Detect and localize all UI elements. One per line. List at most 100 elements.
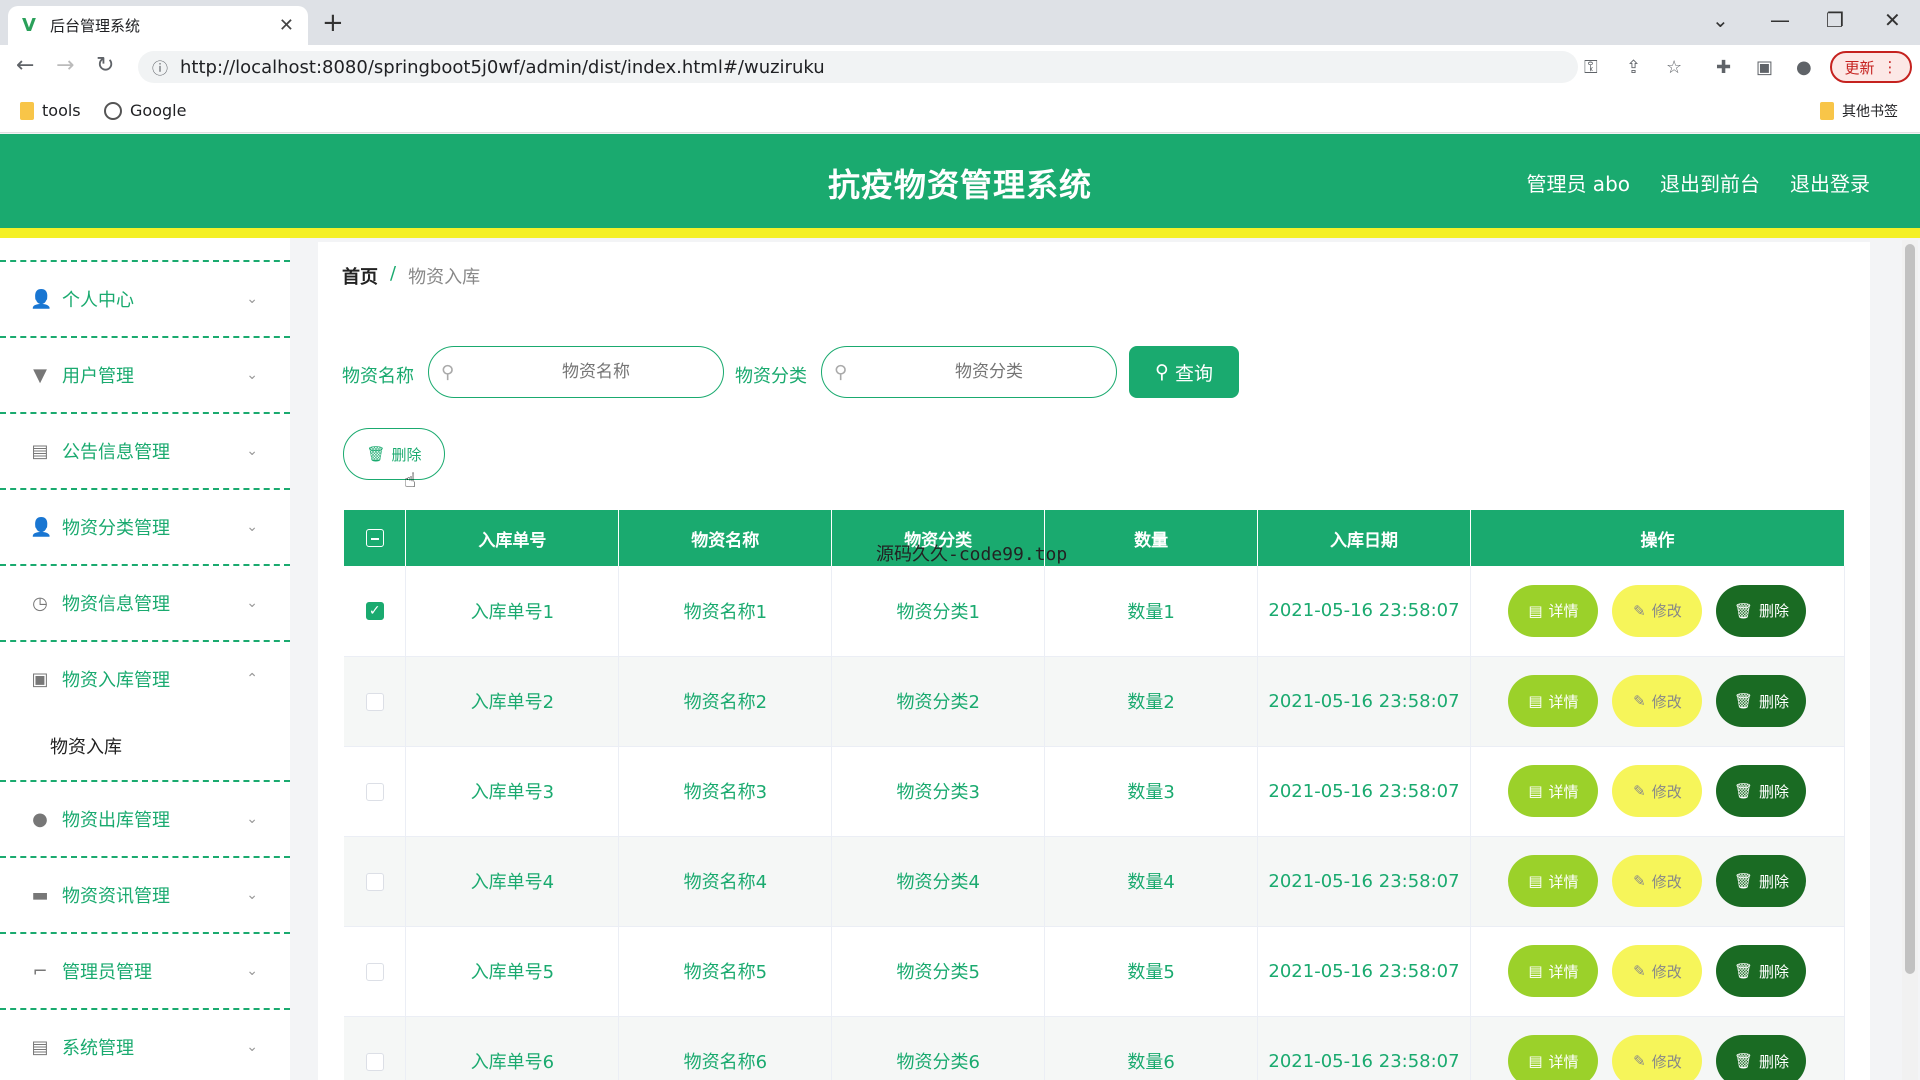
sidebar-item-notice-manage[interactable]: ▤ 公告信息管理 ⌄ <box>0 412 290 488</box>
edit-button[interactable]: ✎ 修改 <box>1612 675 1703 727</box>
sidebar-item-personal-center[interactable]: 👤 个人中心 ⌄ <box>0 260 290 336</box>
sidebar-item-system-manage[interactable]: ▤ 系统管理 ⌄ <box>0 1008 290 1080</box>
detail-button[interactable]: ▤ 详情 <box>1508 945 1599 997</box>
admin-user-label: 管理员 abo <box>1526 172 1630 196</box>
delete-button[interactable]: 🗑 删除 <box>1716 855 1807 907</box>
cell-qty: 数量6 <box>1044 1016 1259 1080</box>
sidebar-item-outbound-manage[interactable]: ● 物资出库管理 ⌄ <box>0 780 290 856</box>
update-label: 更新 <box>1844 58 1875 77</box>
logout-link[interactable]: 退出登录 <box>1790 168 1870 197</box>
row-select-cell[interactable] <box>344 1016 407 1080</box>
detail-label: 详情 <box>1548 782 1579 801</box>
edit-button[interactable]: ✎ 修改 <box>1612 584 1703 637</box>
scroll-thumb[interactable] <box>1905 244 1915 974</box>
pencil-icon: ✎ <box>1633 962 1646 980</box>
table-row: 入库单号5 物资名称5 物资分类5 数量5 2021-05-16 23:58:0… <box>344 926 1846 1017</box>
cell-date: 2021-05-16 23:58:07 <box>1257 1016 1471 1080</box>
cell-category: 物资分类5 <box>831 926 1046 1017</box>
edit-button[interactable]: ✎ 修改 <box>1612 855 1703 907</box>
info-icon[interactable]: ⓘ <box>152 55 168 79</box>
row-checkbox[interactable] <box>365 692 384 711</box>
row-actions: ▤ 详情 ✎ 修改 🗑 删除 <box>1471 765 1844 817</box>
row-select-cell[interactable] <box>344 836 407 927</box>
select-all-checkbox[interactable] <box>365 529 384 547</box>
row-checkbox[interactable] <box>365 962 384 981</box>
delete-label: 删除 <box>1758 782 1789 801</box>
chevron-down-icon: ⌄ <box>246 887 258 903</box>
delete-button[interactable]: 🗑 删除 <box>1716 584 1807 637</box>
cell-name: 物资名称4 <box>618 836 833 927</box>
sidebar-subitem-inbound[interactable]: 物资入库 <box>0 714 290 778</box>
row-checkbox[interactable] <box>365 782 384 801</box>
edit-label: 修改 <box>1651 1052 1682 1071</box>
sidebar-item-label: 物资出库管理 <box>62 810 170 831</box>
scrollbar[interactable] <box>1902 240 1918 1080</box>
reload-icon[interactable]: ↻ <box>96 53 114 78</box>
detail-button[interactable]: ▤ 详情 <box>1508 675 1599 727</box>
cell-actions: ▤ 详情 ✎ 修改 🗑 删除 <box>1470 566 1846 657</box>
sidebar-item-news-manage[interactable]: ▬ 物资资讯管理 ⌄ <box>0 856 290 932</box>
sidepanel-icon[interactable]: ▣ <box>1756 57 1773 78</box>
table-row: 入库单号6 物资名称6 物资分类6 数量6 2021-05-16 23:58:0… <box>344 1016 1846 1080</box>
batch-delete-button[interactable]: 🗑 删除 <box>343 428 445 480</box>
row-select-cell[interactable] <box>344 926 407 1017</box>
bookmark-tools[interactable]: tools <box>20 101 81 120</box>
delete-button[interactable]: 🗑 删除 <box>1716 945 1807 997</box>
sidebar-item-admin-manage[interactable]: ⌐ 管理员管理 ⌄ <box>0 932 290 1008</box>
edit-button[interactable]: ✎ 修改 <box>1612 945 1703 997</box>
row-checkbox[interactable] <box>365 1052 384 1071</box>
delete-label: 删除 <box>1758 962 1789 981</box>
close-tab-icon[interactable]: ✕ <box>279 15 294 36</box>
update-button[interactable]: 更新 ⋮ <box>1830 51 1912 83</box>
edit-button[interactable]: ✎ 修改 <box>1612 765 1703 817</box>
forward-icon[interactable]: → <box>56 53 74 78</box>
restore-icon[interactable]: ❐ <box>1826 8 1844 32</box>
trash-icon: 🗑 <box>1733 872 1753 890</box>
category-search-input[interactable]: ⚲ <box>821 346 1117 398</box>
cell-date: 2021-05-16 23:58:07 <box>1257 926 1471 1017</box>
share-icon[interactable]: ⇪ <box>1626 57 1641 78</box>
address-bar[interactable]: ⓘ http://localhost:8080/springboot5j0wf/… <box>138 51 1578 83</box>
star-icon[interactable]: ☆ <box>1666 57 1682 78</box>
minimize-icon[interactable]: — <box>1770 8 1790 32</box>
sidebar-item-inbound-manage[interactable]: ▣ 物资入库管理 ⌃ <box>0 640 290 716</box>
row-select-cell[interactable] <box>344 656 407 747</box>
detail-label: 详情 <box>1548 872 1579 891</box>
close-window-icon[interactable]: ✕ <box>1884 8 1901 32</box>
new-tab-icon[interactable]: + <box>322 8 344 38</box>
folder-icon <box>1820 102 1834 120</box>
exit-to-frontend-link[interactable]: 退出到前台 <box>1660 168 1760 197</box>
delete-button[interactable]: 🗑 删除 <box>1716 765 1807 817</box>
detail-button[interactable]: ▤ 详情 <box>1508 765 1599 817</box>
browser-tab[interactable]: V 后台管理系统 ✕ <box>8 6 308 45</box>
select-all-cell[interactable] <box>344 510 407 566</box>
name-search-field[interactable] <box>481 362 711 382</box>
trash-icon: 🗑 <box>1733 601 1753 620</box>
sidebar-item-category-manage[interactable]: 👤 物资分类管理 ⌄ <box>0 488 290 564</box>
sidebar-item-user-manage[interactable]: ▼ 用户管理 ⌄ <box>0 336 290 412</box>
detail-button[interactable]: ▤ 详情 <box>1508 1035 1599 1080</box>
query-button[interactable]: ⚲ 查询 <box>1129 346 1239 398</box>
delete-button[interactable]: 🗑 删除 <box>1716 675 1807 727</box>
row-select-cell[interactable]: ✓ <box>344 566 407 657</box>
sidebar-item-info-manage[interactable]: ◷ 物资信息管理 ⌄ <box>0 564 290 640</box>
detail-button[interactable]: ▤ 详情 <box>1508 584 1599 637</box>
row-checkbox[interactable] <box>365 872 384 891</box>
detail-button[interactable]: ▤ 详情 <box>1508 855 1599 907</box>
profile-icon[interactable]: ● <box>1796 57 1812 78</box>
breadcrumb-home[interactable]: 首页 <box>342 263 378 289</box>
category-search-field[interactable] <box>874 362 1104 382</box>
name-search-input[interactable]: ⚲ <box>428 346 724 398</box>
other-bookmarks[interactable]: 其他书签 <box>1820 101 1898 121</box>
row-select-cell[interactable] <box>344 746 407 837</box>
edit-button[interactable]: ✎ 修改 <box>1612 1035 1703 1080</box>
tab-search-icon[interactable]: ⌄ <box>1712 8 1729 32</box>
bookmark-google[interactable]: Google <box>104 101 186 120</box>
delete-button[interactable]: 🗑 删除 <box>1716 1035 1807 1080</box>
detail-label: 详情 <box>1548 1052 1579 1071</box>
search-icon: ⚲ <box>1155 361 1169 383</box>
back-icon[interactable]: ← <box>16 53 34 78</box>
row-checkbox[interactable]: ✓ <box>365 602 384 621</box>
extensions-icon[interactable]: ✚ <box>1716 57 1731 78</box>
key-icon[interactable]: ⚿ <box>1584 57 1598 78</box>
